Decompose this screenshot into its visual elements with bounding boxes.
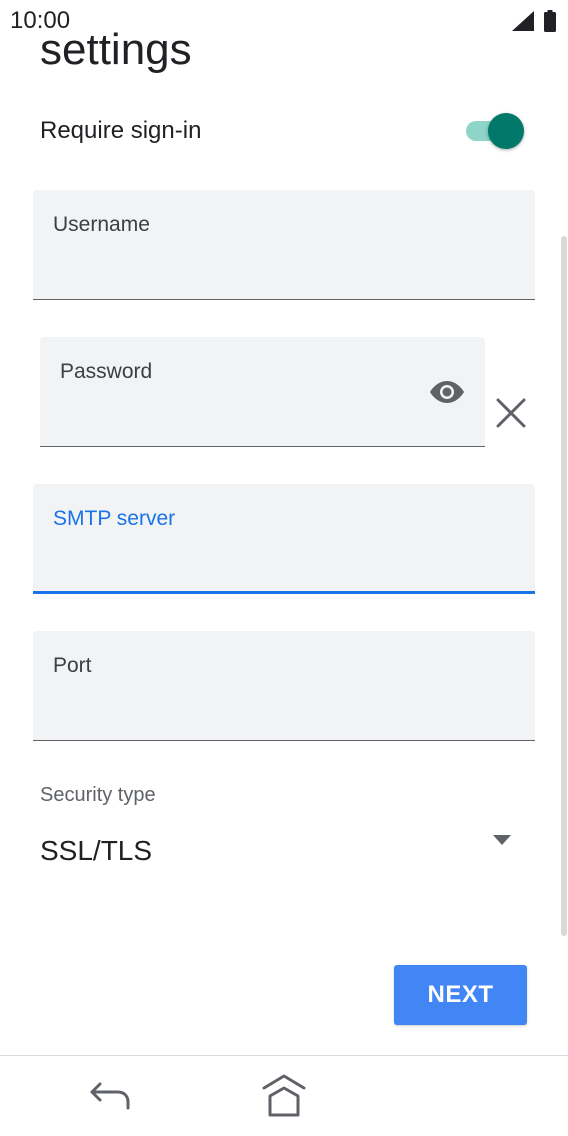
smtp-server-label: SMTP server — [53, 507, 176, 530]
dropdown-arrow-icon[interactable] — [492, 834, 512, 846]
page-title: settings — [40, 25, 192, 74]
scrollbar[interactable] — [561, 236, 567, 936]
require-signin-toggle[interactable] — [466, 113, 524, 149]
security-type-select[interactable]: SSL/TLS — [40, 834, 152, 868]
username-field[interactable]: Username — [33, 190, 535, 300]
require-signin-label: Require sign-in — [40, 117, 202, 144]
port-label: Port — [53, 654, 92, 677]
back-icon[interactable] — [88, 1078, 132, 1114]
close-icon[interactable] — [494, 396, 528, 430]
toggle-thumb — [488, 113, 524, 149]
signal-icon — [512, 11, 534, 31]
next-button[interactable]: NEXT — [394, 965, 527, 1025]
nav-divider — [0, 1055, 568, 1056]
battery-icon — [544, 10, 556, 32]
password-label: Password — [60, 360, 153, 383]
status-icons — [512, 10, 556, 32]
home-icon[interactable] — [260, 1074, 308, 1118]
port-field[interactable]: Port — [33, 631, 535, 741]
password-field[interactable]: Password — [40, 337, 485, 447]
smtp-server-field[interactable]: SMTP server — [33, 484, 535, 594]
username-label: Username — [53, 213, 150, 236]
security-type-label: Security type — [40, 784, 156, 806]
eye-icon[interactable] — [427, 377, 467, 407]
